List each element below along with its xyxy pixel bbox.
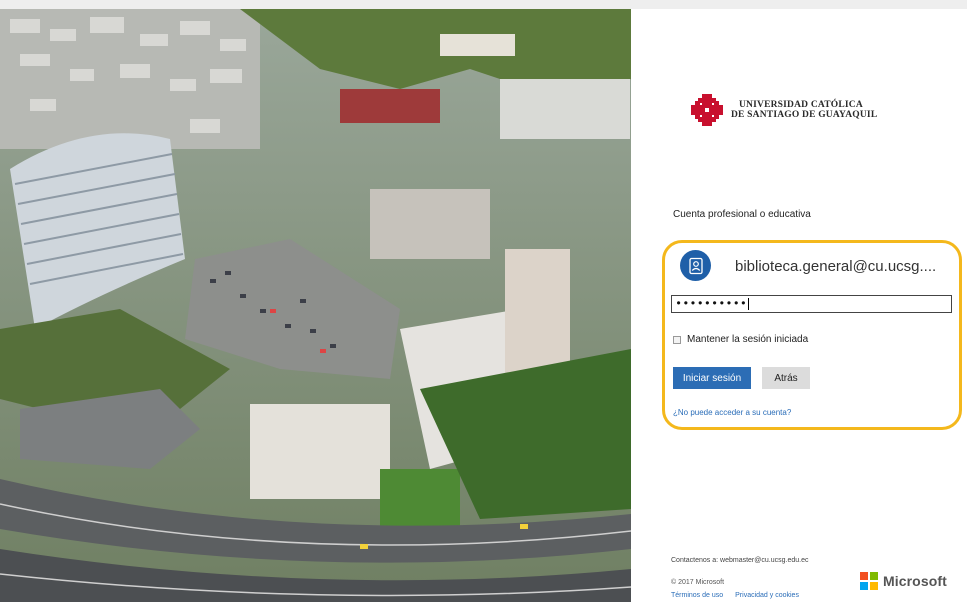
contact-text: Contactenos a: webmaster@cu.ucsg.edu.ec (671, 557, 809, 564)
footer-links: Términos de uso Privacidad y cookies (671, 592, 799, 599)
microsoft-wordmark: Microsoft (883, 573, 947, 589)
campus-aerial-photo (0, 9, 631, 602)
user-email: biblioteca.general@cu.ucsg.... (735, 258, 937, 275)
signin-panel: UNIVERSIDAD CATÓLICA DE SANTIAGO DE GUAY… (631, 9, 967, 602)
microsoft-squares-icon (860, 572, 878, 590)
top-bar (0, 0, 967, 9)
back-button[interactable]: Atrás (762, 367, 810, 389)
user-avatar (680, 250, 711, 281)
user-badge-icon (688, 257, 703, 274)
campus-photo-illustration (0, 9, 631, 602)
account-type-label: Cuenta profesional o educativa (673, 209, 811, 220)
university-logo: UNIVERSIDAD CATÓLICA DE SANTIAGO DE GUAY… (689, 92, 877, 128)
password-input[interactable]: •••••••••• (671, 295, 952, 313)
copyright-text: © 2017 Microsoft (671, 579, 725, 586)
keep-signed-in-label[interactable]: Mantener la sesión iniciada (687, 334, 808, 345)
logo-line-2: DE SANTIAGO DE GUAYAQUIL (731, 110, 878, 120)
microsoft-logo: Microsoft (860, 572, 947, 590)
password-mask: •••••••••• (675, 297, 748, 311)
university-crest-icon (691, 94, 723, 126)
text-caret (748, 297, 750, 310)
privacy-link[interactable]: Privacidad y cookies (735, 592, 799, 599)
logo-line-1: UNIVERSIDAD CATÓLICA (739, 100, 863, 110)
keep-signed-in-row[interactable]: Mantener la sesión iniciada (673, 334, 808, 345)
terms-link[interactable]: Términos de uso (671, 592, 723, 599)
cant-access-link[interactable]: ¿No puede acceder a su cuenta? (673, 408, 791, 417)
keep-signed-in-checkbox[interactable] (673, 335, 681, 344)
signin-button[interactable]: Iniciar sesión (673, 367, 751, 389)
